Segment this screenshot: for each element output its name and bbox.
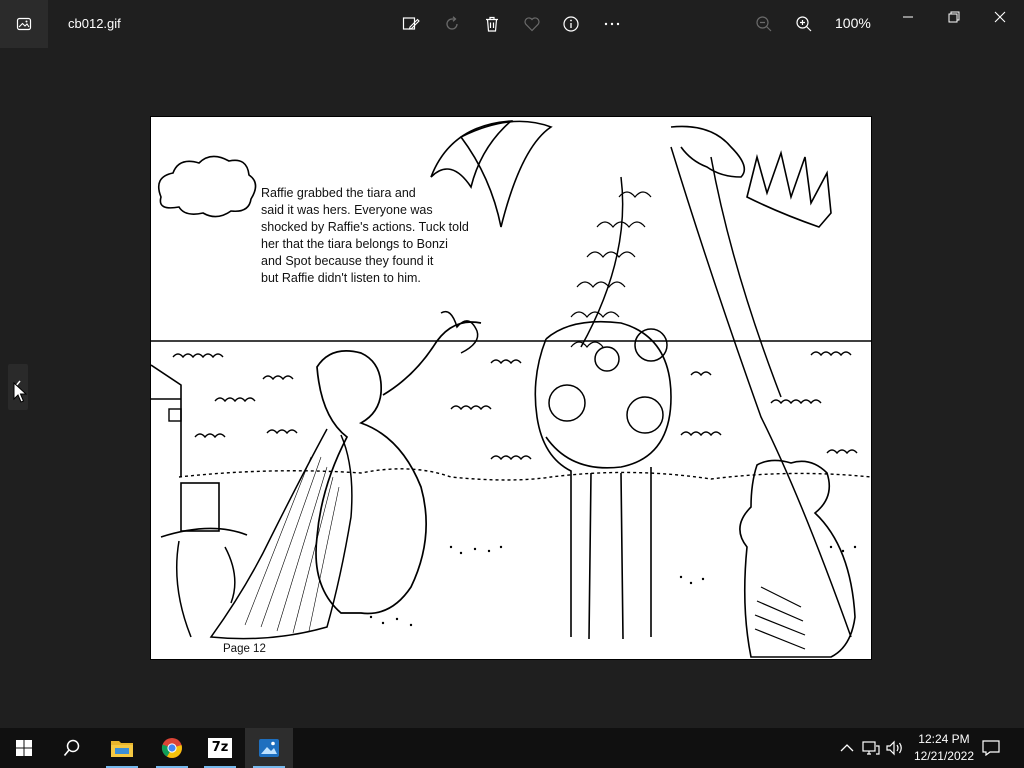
caption-line: Raffie grabbed the tiara and [261, 186, 416, 200]
info-icon [563, 16, 579, 32]
zoom-out-button[interactable] [752, 12, 776, 36]
photos-app-taskbar-icon [259, 739, 279, 757]
delete-button[interactable] [480, 12, 504, 36]
volume-icon [886, 740, 902, 756]
favorite-button[interactable] [520, 12, 544, 36]
zoom-in-button[interactable] [792, 12, 816, 36]
notification-icon [982, 740, 1000, 756]
start-button[interactable] [0, 728, 48, 768]
search-button[interactable] [48, 728, 96, 768]
edit-image-button[interactable] [399, 12, 423, 36]
caption-line: her that the tiara belongs to Bonzi [261, 237, 448, 251]
rotate-icon [446, 16, 458, 30]
close-icon [994, 11, 1006, 23]
zoom-in-icon [796, 16, 812, 32]
system-clock[interactable]: 12:24 PM 12/21/2022 [914, 731, 974, 765]
mouse-cursor-icon [13, 382, 27, 403]
minimize-button[interactable] [896, 8, 920, 26]
restore-button[interactable] [942, 8, 966, 26]
zoom-out-icon [756, 16, 772, 32]
caption-line: said it was hers. Everyone was [261, 203, 433, 217]
rotate-button[interactable] [440, 12, 464, 36]
restore-icon [948, 11, 960, 23]
caption-line: and Spot because they found it [261, 254, 434, 268]
coloring-page-illustration [151, 117, 871, 659]
search-icon [63, 739, 80, 757]
photos-icon [16, 17, 32, 31]
taskbar-chrome[interactable] [148, 728, 196, 768]
photos-app-icon[interactable] [0, 0, 48, 48]
more-icon [604, 22, 620, 26]
chrome-icon [161, 738, 182, 758]
7zip-icon: 7z [208, 738, 232, 758]
page-number-label: Page 12 [223, 643, 266, 655]
zoom-level[interactable]: 100% [835, 15, 871, 31]
file-name: cb012.gif [68, 16, 121, 31]
taskbar-file-explorer[interactable] [98, 728, 146, 768]
close-button[interactable] [988, 8, 1012, 26]
clock-date: 12/21/2022 [913, 749, 974, 763]
folder-icon [111, 741, 133, 757]
minimize-icon [903, 16, 913, 18]
windows-logo-icon [16, 740, 32, 756]
taskbar: 7z 12:24 PM 12/21/2022 [0, 728, 1024, 768]
more-options-button[interactable] [600, 12, 624, 36]
story-caption: Raffie grabbed the tiara and said it was… [261, 185, 501, 287]
caption-line: but Raffie didn't listen to him. [261, 271, 421, 285]
network-tray-button[interactable] [862, 740, 880, 756]
delete-icon [486, 16, 498, 32]
chevron-up-icon [840, 744, 854, 752]
network-icon [862, 741, 880, 755]
clock-time: 12:24 PM [918, 732, 970, 746]
taskbar-7zip[interactable]: 7z [196, 728, 244, 768]
info-button[interactable] [559, 12, 583, 36]
taskbar-photos[interactable] [245, 728, 293, 768]
show-hidden-icons-button[interactable] [838, 740, 856, 756]
title-bar: cb012.gif 100% [0, 0, 1024, 48]
notifications-button[interactable] [982, 740, 1000, 756]
displayed-image: Raffie grabbed the tiara and said it was… [150, 116, 872, 660]
volume-tray-button[interactable] [886, 740, 904, 756]
7zip-icon-label: 7z [211, 740, 229, 755]
favorite-icon [524, 17, 540, 32]
edit-image-icon [402, 17, 420, 30]
caption-line: shocked by Raffie's actions. Tuck told [261, 220, 469, 234]
